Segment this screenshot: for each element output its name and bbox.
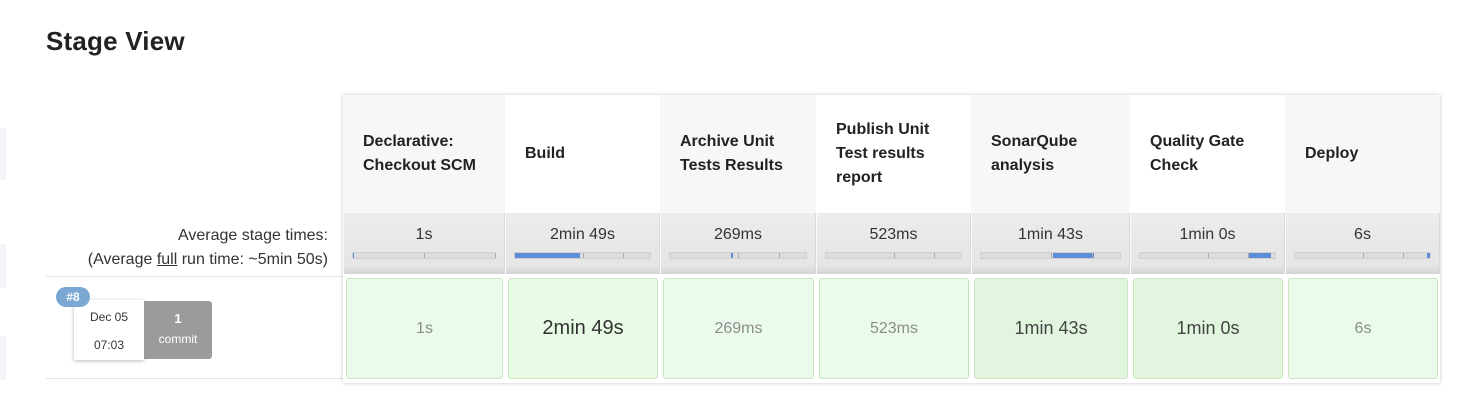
avg-time-bar <box>825 252 962 259</box>
stage-result-publish-report[interactable]: 523ms <box>819 278 969 379</box>
avg-time-value: 2min 49s <box>550 226 615 243</box>
stage-result-quality-gate[interactable]: 1min 0s <box>1133 278 1283 379</box>
avg-time-bar <box>352 252 496 259</box>
avg-time-build: 2min 49s <box>505 213 660 274</box>
stage-result-checkout[interactable]: 1s <box>346 278 503 379</box>
avg-time-bar-fill <box>1053 253 1094 258</box>
stage-result-build[interactable]: 2min 49s <box>508 278 658 379</box>
avg-time-publish-report: 523ms <box>816 213 971 274</box>
stage-header-archive-tests: Archive Unit Tests Results <box>660 95 816 213</box>
avg-time-bar <box>1294 252 1431 259</box>
avg-time-quality-gate: 1min 0s <box>1130 213 1285 274</box>
stage-header-deploy: Deploy <box>1285 95 1440 213</box>
avg-time-bar-fill <box>353 253 355 258</box>
stage-header-quality-gate: Quality Gate Check <box>1130 95 1285 213</box>
page-title: Stage View <box>46 26 185 56</box>
avg-time-bar-fill <box>1427 253 1430 258</box>
avg-time-value: 523ms <box>869 226 918 243</box>
avg-time-value: 1s <box>415 226 433 243</box>
left-edge-strip <box>0 336 6 380</box>
avg-time-bar <box>1139 252 1276 259</box>
commit-label: commit <box>158 332 198 346</box>
build-number-badge[interactable]: #8 <box>56 287 90 307</box>
stage-header-sonarqube: SonarQube analysis <box>971 95 1130 213</box>
stage-header-build: Build <box>505 95 660 213</box>
commit-count: 1 <box>174 311 182 326</box>
avg-time-bar-fill <box>515 253 580 258</box>
build-time: 07:03 <box>93 338 125 352</box>
avg-time-value: 1min 43s <box>1018 226 1083 243</box>
stage-result-sonarqube[interactable]: 1min 43s <box>974 278 1128 379</box>
left-edge-strip <box>0 128 6 180</box>
avg-time-value: 6s <box>1354 226 1371 243</box>
stage-view-table: Declarative: Checkout SCM Build Archive … <box>343 95 1440 383</box>
avg-time-sonarqube: 1min 43s <box>971 213 1130 274</box>
avg-time-value: 269ms <box>713 226 763 243</box>
avg-time-bar-fill <box>731 253 733 258</box>
avg-time-bar <box>514 252 651 259</box>
average-full-run-time: (Average full run time: ~5min 50s) <box>87 251 328 268</box>
avg-time-checkout: 1s <box>343 213 505 274</box>
avg-time-bar-fill <box>1248 253 1271 258</box>
average-stage-times-label: Average stage times: (Average full run t… <box>88 224 328 272</box>
avg-time-archive-tests: 269ms <box>660 213 816 274</box>
build-date-card[interactable]: Dec 05 07:03 <box>74 300 144 360</box>
build-date: Dec 05 <box>89 310 129 324</box>
avg-time-bar <box>980 252 1121 259</box>
avg-time-deploy: 6s <box>1285 213 1440 274</box>
average-stage-times-text: Average stage times: <box>177 227 328 244</box>
avg-time-value: 1min 0s <box>1179 226 1236 243</box>
stage-result-deploy[interactable]: 6s <box>1288 278 1438 379</box>
stage-header-publish-report: Publish Unit Test results report <box>816 95 971 213</box>
commit-changes-button[interactable]: 1 commit <box>144 301 212 359</box>
stage-result-archive-tests[interactable]: 269ms <box>663 278 814 379</box>
stage-header-checkout: Declarative: Checkout SCM <box>343 95 505 213</box>
left-edge-strip <box>0 244 6 288</box>
full-run-link[interactable]: full <box>157 251 177 268</box>
avg-time-bar <box>669 252 807 259</box>
